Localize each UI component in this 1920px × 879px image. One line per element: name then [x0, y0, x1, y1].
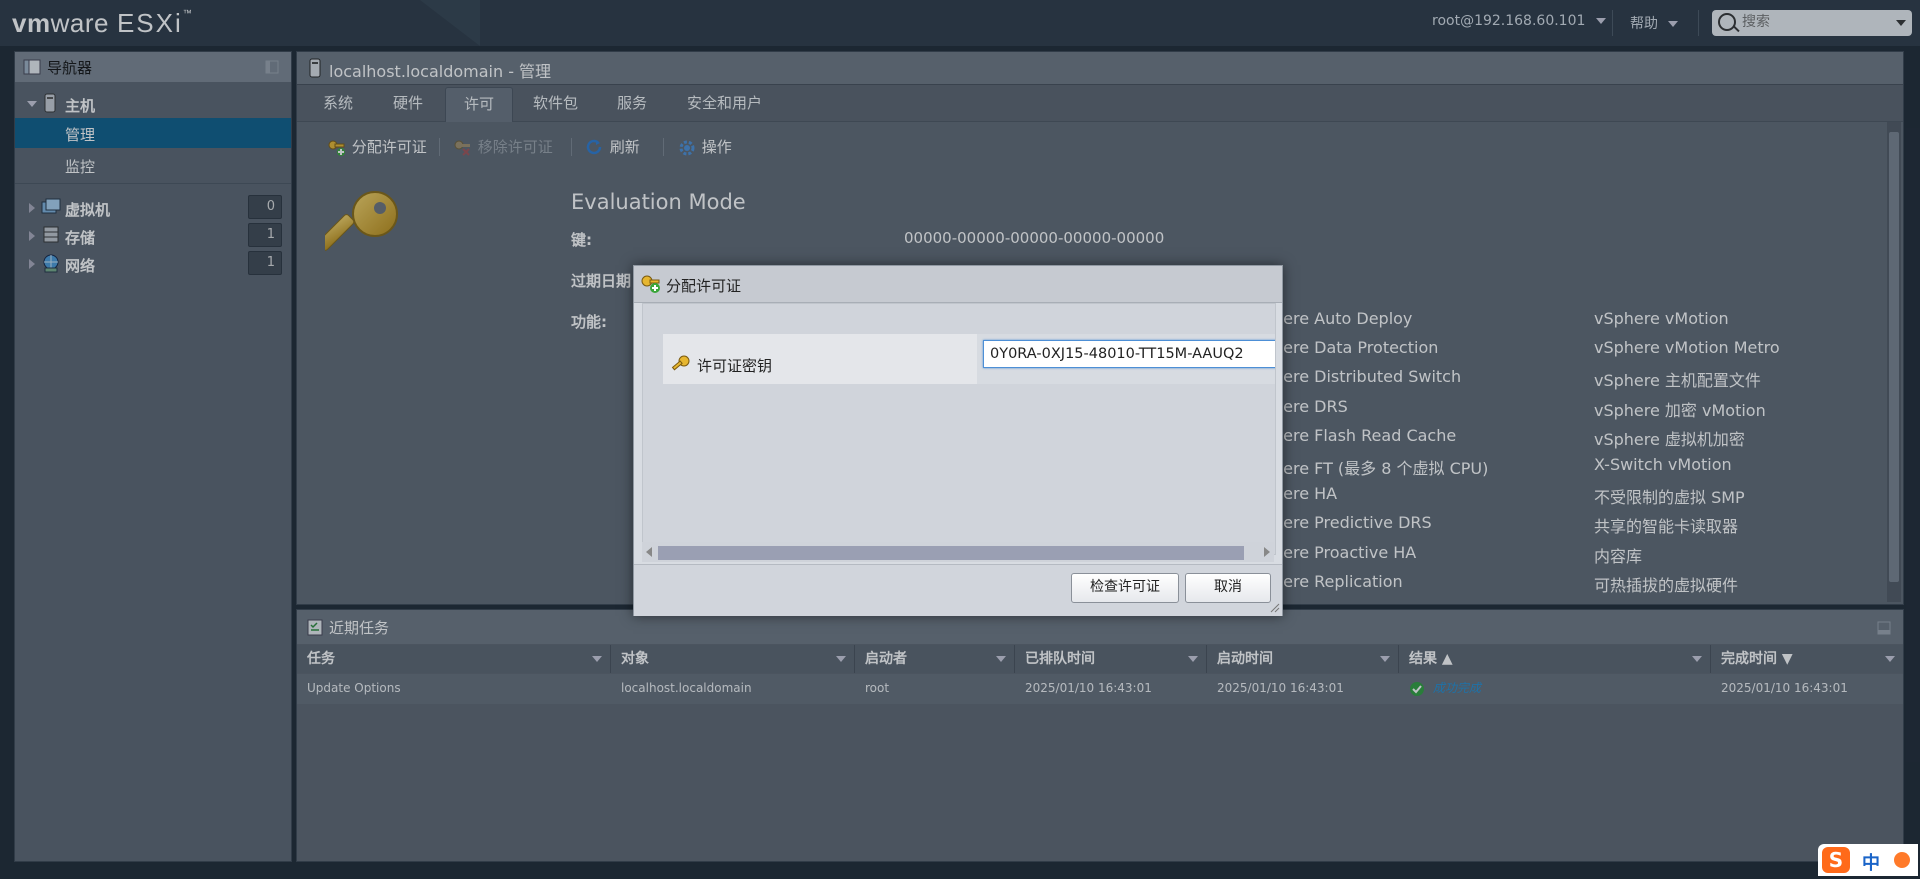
resize-grip-icon[interactable] [1270, 603, 1280, 613]
scrollbar-thumb[interactable] [658, 546, 1244, 560]
check-license-button[interactable]: 检查许可证 [1071, 573, 1179, 603]
license-key-cell [977, 334, 1275, 384]
dialog-body: 许可证密钥 [642, 303, 1276, 555]
license-key-label: 许可证密钥 [697, 357, 773, 375]
dialog-header: 分配许可证 [634, 266, 1282, 303]
assign-license-dialog: 分配许可证 许可证密钥 检查许可证 取消 [633, 265, 1283, 616]
dialog-title: 分配许可证 [666, 277, 742, 295]
license-key-row: 许可证密钥 [663, 334, 1275, 384]
cancel-button[interactable]: 取消 [1185, 573, 1271, 603]
ime-language[interactable]: 中 [1862, 849, 1880, 875]
license-key-input[interactable] [983, 340, 1275, 368]
ime-emoji-icon[interactable] [1894, 852, 1910, 868]
key-add-icon [641, 275, 660, 293]
scroll-right-icon[interactable] [1264, 547, 1270, 557]
horizontal-scrollbar[interactable] [642, 542, 1274, 562]
ime-indicator[interactable]: S 中 [1818, 844, 1918, 876]
key-icon [671, 355, 690, 371]
sogou-icon: S [1822, 847, 1850, 873]
scroll-left-icon[interactable] [646, 547, 652, 557]
